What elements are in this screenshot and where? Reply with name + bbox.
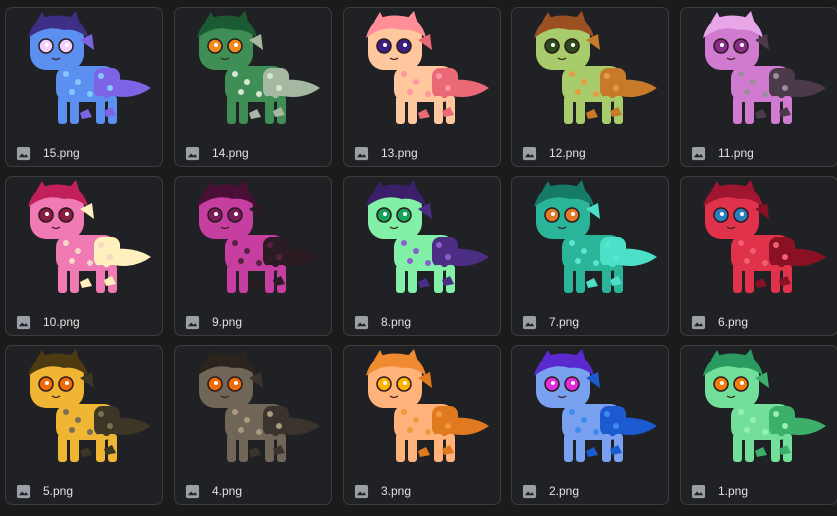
image-icon xyxy=(16,146,31,160)
file-thumbnail[interactable] xyxy=(344,177,500,307)
file-thumbnail[interactable] xyxy=(344,8,500,138)
pony-figure xyxy=(534,180,657,293)
pony-figure xyxy=(703,349,826,462)
file-tile[interactable]: 14.png xyxy=(174,7,332,167)
file-tile[interactable]: 2.png xyxy=(511,345,669,505)
pony-figure xyxy=(703,11,826,124)
file-tile[interactable]: 6.png xyxy=(680,176,837,336)
pony-figure xyxy=(28,180,151,293)
file-name: 14.png xyxy=(212,145,249,160)
file-name: 15.png xyxy=(43,145,80,160)
image-icon xyxy=(522,484,537,498)
file-thumbnail[interactable] xyxy=(512,8,668,138)
file-tile[interactable]: 15.png xyxy=(5,7,163,167)
file-caption: 13.png xyxy=(354,143,418,163)
pony-figure xyxy=(366,11,489,124)
image-icon xyxy=(185,146,200,160)
file-thumbnail[interactable] xyxy=(175,346,331,476)
file-tile[interactable]: 3.png xyxy=(343,345,501,505)
file-caption: 8.png xyxy=(354,312,411,332)
image-icon xyxy=(691,315,706,329)
file-thumbnail[interactable] xyxy=(6,177,162,307)
file-tile[interactable]: 4.png xyxy=(174,345,332,505)
pony-figure xyxy=(366,180,489,293)
file-caption: 11.png xyxy=(691,143,754,163)
file-caption: 15.png xyxy=(16,143,80,163)
file-caption: 5.png xyxy=(16,481,73,501)
file-tile[interactable]: 7.png xyxy=(511,176,669,336)
file-tile[interactable]: 10.png xyxy=(5,176,163,336)
image-icon xyxy=(354,484,369,498)
file-caption: 7.png xyxy=(522,312,579,332)
file-thumbnail[interactable] xyxy=(512,346,668,476)
pony-figure xyxy=(28,11,151,124)
file-thumbnail[interactable] xyxy=(6,8,162,138)
image-icon xyxy=(354,146,369,160)
file-thumbnail[interactable] xyxy=(6,346,162,476)
image-icon xyxy=(185,484,200,498)
file-caption: 4.png xyxy=(185,481,242,501)
file-name: 1.png xyxy=(718,483,749,498)
pony-figure xyxy=(703,180,826,293)
file-caption: 12.png xyxy=(522,143,586,163)
pony-figure xyxy=(197,349,320,462)
image-icon xyxy=(16,484,31,498)
pony-figure xyxy=(366,349,489,462)
file-name: 4.png xyxy=(212,483,243,498)
file-name: 13.png xyxy=(381,145,418,160)
pony-figure xyxy=(197,11,320,124)
file-caption: 2.png xyxy=(522,481,579,501)
image-icon xyxy=(522,315,537,329)
file-thumbnail[interactable] xyxy=(344,346,500,476)
file-grid: 15.png 14.png 13.png 12.png 11.png 10.png 9.pn… xyxy=(0,0,837,516)
file-name: 10.png xyxy=(43,314,80,329)
file-thumbnail[interactable] xyxy=(512,177,668,307)
file-thumbnail[interactable] xyxy=(175,8,331,138)
file-tile[interactable]: 1.png xyxy=(680,345,837,505)
file-tile[interactable]: 11.png xyxy=(680,7,837,167)
pony-figure xyxy=(28,349,151,462)
image-icon xyxy=(522,146,537,160)
file-caption: 1.png xyxy=(691,481,748,501)
file-name: 3.png xyxy=(381,483,412,498)
file-caption: 10.png xyxy=(16,312,80,332)
file-tile[interactable]: 12.png xyxy=(511,7,669,167)
pony-figure xyxy=(534,349,657,462)
file-caption: 3.png xyxy=(354,481,411,501)
file-name: 9.png xyxy=(212,314,243,329)
file-thumbnail[interactable] xyxy=(175,177,331,307)
image-icon xyxy=(691,146,706,160)
file-name: 8.png xyxy=(381,314,412,329)
file-thumbnail[interactable] xyxy=(681,8,837,138)
file-thumbnail[interactable] xyxy=(681,177,837,307)
file-name: 6.png xyxy=(718,314,749,329)
image-icon xyxy=(185,315,200,329)
image-icon xyxy=(691,484,706,498)
file-name: 2.png xyxy=(549,483,580,498)
file-caption: 14.png xyxy=(185,143,249,163)
file-tile[interactable]: 5.png xyxy=(5,345,163,505)
file-thumbnail[interactable] xyxy=(681,346,837,476)
file-caption: 6.png xyxy=(691,312,748,332)
image-icon xyxy=(16,315,31,329)
file-name: 7.png xyxy=(549,314,580,329)
image-icon xyxy=(354,315,369,329)
file-tile[interactable]: 9.png xyxy=(174,176,332,336)
file-name: 12.png xyxy=(549,145,586,160)
file-tile[interactable]: 8.png xyxy=(343,176,501,336)
file-tile[interactable]: 13.png xyxy=(343,7,501,167)
file-name: 11.png xyxy=(718,145,754,160)
file-name: 5.png xyxy=(43,483,74,498)
pony-figure xyxy=(534,11,657,124)
pony-figure xyxy=(197,180,320,293)
file-caption: 9.png xyxy=(185,312,242,332)
